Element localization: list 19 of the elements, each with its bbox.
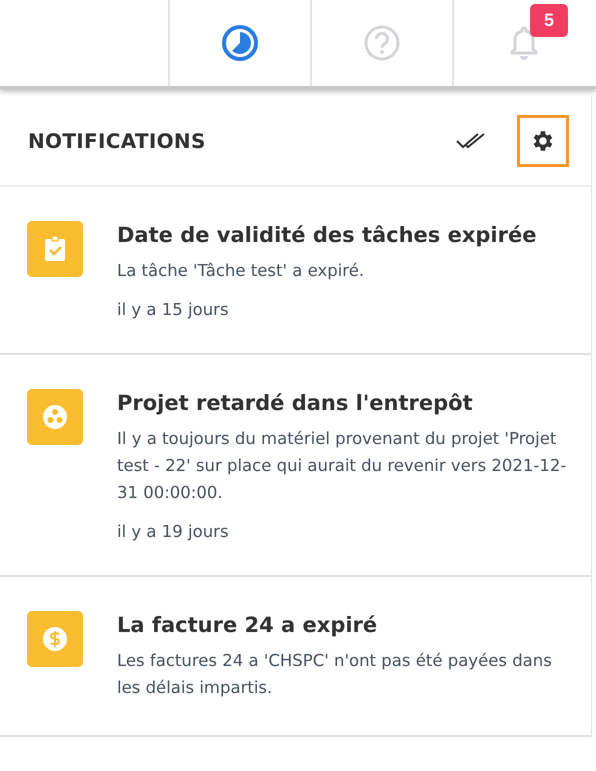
timer-button[interactable]: [168, 0, 310, 86]
notification-title: Date de validité des tâches expirée: [117, 223, 538, 247]
bell-icon: [509, 26, 539, 60]
dollar-coin-icon: [27, 611, 83, 667]
notification-time: il y a 15 jours: [117, 300, 230, 319]
double-check-icon: [456, 132, 486, 150]
count-badge: 5: [530, 4, 568, 37]
notification-title: La facture 24 a expiré: [117, 613, 378, 637]
notification-message: La tâche 'Tâche test' a expiré.: [117, 260, 366, 282]
notification-message: Il y a toujours du matériel provenant du projet 'Projet test - 22' sur place qui aurait du revenir vers 2021-12-31 00:00:00.: [117, 428, 568, 504]
notification-message: Les factures 24 a 'CHSPC' n'ont pas été payées dans les délais impartis.: [117, 650, 553, 699]
panel-title: NOTIFICATIONS: [28, 128, 207, 152]
notification-title: Projet retardé dans l'entrepôt: [117, 391, 474, 415]
help-icon: [363, 24, 401, 62]
settings-button[interactable]: [517, 114, 569, 166]
clipboard-check-icon: [27, 221, 83, 277]
notification-time: il y a 19 jours: [117, 522, 230, 541]
pie-clock-icon: [221, 24, 259, 62]
notifications-button[interactable]: 5: [452, 0, 594, 86]
